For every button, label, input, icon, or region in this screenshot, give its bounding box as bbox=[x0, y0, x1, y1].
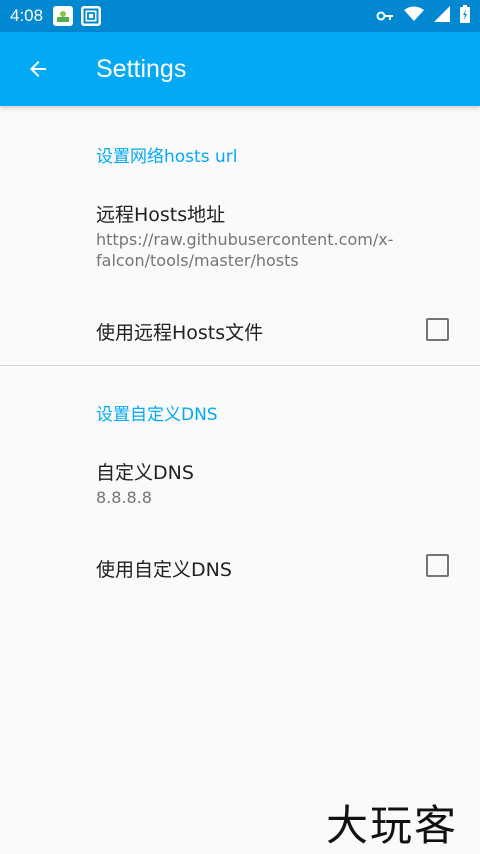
pref-title: 自定义DNS bbox=[96, 462, 194, 484]
arrow-back-icon bbox=[30, 61, 46, 77]
pref-summary: 8.8.8.8 bbox=[96, 488, 152, 507]
app-bar: Settings bbox=[0, 32, 480, 106]
page-title: Settings bbox=[96, 54, 187, 83]
screenshot-icon bbox=[81, 6, 102, 26]
pref-title: 远程Hosts地址 bbox=[96, 204, 226, 226]
battery-icon bbox=[460, 5, 470, 27]
category-custom-dns: 设置自定义DNS bbox=[96, 405, 218, 425]
wifi-icon bbox=[404, 6, 424, 26]
pref-title: 使用自定义DNS bbox=[96, 559, 232, 581]
signal-icon bbox=[434, 6, 450, 26]
divider bbox=[0, 365, 480, 366]
app-icon bbox=[53, 6, 74, 26]
back-button[interactable] bbox=[18, 49, 58, 89]
watermark-logo: 大玩客 bbox=[326, 801, 459, 850]
status-bar: 4:08 bbox=[0, 0, 480, 32]
status-time: 4:08 bbox=[10, 6, 44, 25]
category-hosts-url: 设置网络hosts url bbox=[96, 147, 238, 167]
pref-title: 使用远程Hosts文件 bbox=[96, 322, 264, 344]
use-custom-dns-checkbox[interactable] bbox=[426, 554, 449, 577]
use-remote-hosts-checkbox[interactable] bbox=[426, 318, 449, 341]
vpn-key-icon bbox=[376, 7, 394, 26]
pref-summary: https://raw.githubusercontent.com/x-falc… bbox=[96, 230, 394, 270]
